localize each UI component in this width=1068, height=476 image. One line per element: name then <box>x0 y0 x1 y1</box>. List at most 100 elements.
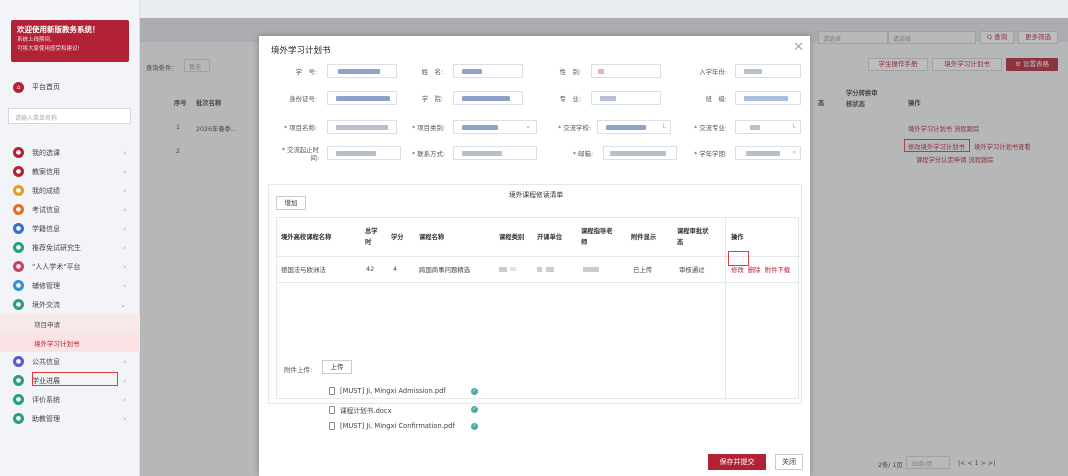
exchange-time-label-line2: 间: <box>310 154 319 162</box>
project-type-select[interactable]: ⌄ <box>453 120 537 134</box>
th-foreign-course: 境外高校课程名称 <box>281 233 332 241</box>
th-course-name: 课程名称 <box>419 233 445 241</box>
exchange-major-label: * 交流专业: <box>694 124 727 132</box>
cell-instructor <box>583 256 613 282</box>
graduate-icon: ● <box>13 242 24 253</box>
id-no-label: 身份证号: <box>289 95 317 103</box>
term-select[interactable]: » <box>735 146 801 160</box>
exchange-time-input[interactable] <box>327 146 401 160</box>
welcome-line1: 系统上线期间, <box>17 37 52 43</box>
save-submit-button[interactable]: 保存并提交 <box>708 454 766 470</box>
sidebar-item-academic[interactable]: ● "人人学术"平台 › <box>0 257 140 276</box>
cell-offering-unit <box>537 256 567 282</box>
chevron-right-icon: › <box>123 205 126 214</box>
sidebar-item-status[interactable]: ● 学籍信息 › <box>0 219 140 238</box>
file-name: 课程计划书.docx <box>340 407 392 415</box>
class-label: 班 级: <box>705 95 727 103</box>
chevron-right-icon: › <box>123 376 126 385</box>
student-no-label: 学 号: <box>295 68 317 76</box>
chevron-right-icon: › <box>123 395 126 404</box>
download-attachment-link[interactable]: 附件下载 <box>765 265 791 274</box>
email-label: * 邮箱: <box>572 150 593 158</box>
project-name-input[interactable] <box>327 120 397 134</box>
sidebar-item-course-selection[interactable]: ● 我的选课 › <box>0 143 140 162</box>
exchange-school-input[interactable]: L <box>597 120 671 134</box>
college-field <box>453 91 523 105</box>
course-list-title: 境外课程修读清单 <box>508 191 564 199</box>
evaluation-icon: ● <box>13 394 24 405</box>
enroll-year-label: 入学年份: <box>699 68 727 76</box>
sidebar-item-label: 助教管理 <box>32 414 60 423</box>
sidebar-item-ta[interactable]: ● 助教管理 › <box>0 409 140 428</box>
file-icon <box>329 422 335 430</box>
project-type-label: * 项目类别: <box>412 124 445 132</box>
file-icon <box>329 387 335 395</box>
delete-course-link[interactable]: 删除 <box>748 265 761 274</box>
chevron-down-icon: » <box>792 149 796 156</box>
th-credits: 学分 <box>391 233 404 241</box>
menu-search-input[interactable]: 请输入菜单名称 <box>8 108 131 124</box>
cell-course-type <box>499 256 529 282</box>
form-row-2: 身份证号: 学 院: 专 业: 班 级: <box>259 89 810 113</box>
sidebar-item-home[interactable]: ⌂ 平台首页 <box>13 80 139 94</box>
sidebar-subitem-study-plan[interactable]: 境外学习计划书 <box>0 333 140 352</box>
sidebar-subitem-label: 境外学习计划书 <box>34 339 80 348</box>
file-name: [MUST] Ji, Mingxi Admission.pdf <box>340 387 446 395</box>
close-button[interactable]: 关闭 <box>775 454 803 470</box>
info-icon: ● <box>13 356 24 367</box>
major-field <box>591 91 661 105</box>
sidebar-item-label: 平台首页 <box>32 83 60 91</box>
email-input[interactable] <box>603 146 677 160</box>
cell-foreign-course: 德国法与欧洲法 <box>281 265 326 274</box>
form-row-4: * 交流起止时 间: * 联系方式: * 邮箱: * 学年学期: » <box>259 142 810 170</box>
cell-hours: 42 <box>366 265 375 273</box>
sidebar-item-label: 教案信用 <box>32 167 60 176</box>
sidebar-item-exams[interactable]: ● 考试信息 › <box>0 200 140 219</box>
student-no-field <box>327 64 397 78</box>
sidebar-subitem-label: 项目申请 <box>34 320 60 329</box>
project-name-label: * 项目名称: <box>284 124 317 132</box>
form-row-1: 学 号: 姓 名: 性 别: 入学年份: <box>259 62 810 86</box>
name-field <box>453 64 523 78</box>
sidebar-item-grades[interactable]: ● 我的成绩 › <box>0 181 140 200</box>
student-status-icon: ● <box>13 223 24 234</box>
sidebar-item-label: 我的成绩 <box>32 186 60 195</box>
cell-attachment: 已上传 <box>633 265 653 274</box>
sidebar-item-minor[interactable]: ● 辅修管理 › <box>0 276 140 295</box>
th-instructor: 课程指导老师 <box>581 228 613 246</box>
sidebar-item-exchange[interactable]: ● 境外交流 ⌄ <box>0 295 140 314</box>
grades-icon: ● <box>13 185 24 196</box>
th-offering-unit: 开课单位 <box>537 233 563 241</box>
check-icon: ✓ <box>471 406 478 413</box>
major-label: 专 业: <box>559 95 581 103</box>
cell-course-name: 跨国商事问题精选 <box>419 265 471 274</box>
sidebar-item-public[interactable]: ● 公共信息 › <box>0 352 140 371</box>
ta-icon: ● <box>13 413 24 424</box>
file-icon <box>329 406 335 414</box>
file-item[interactable]: [MUST] Ji, Mingxi Admission.pdf <box>329 387 446 395</box>
exchange-time-label: * 交流起止时 间: <box>271 146 319 162</box>
course-icon: ● <box>13 147 24 158</box>
exchange-major-input[interactable]: L <box>735 120 801 134</box>
attachment-label: 附件上传: <box>284 366 313 374</box>
sidebar-item-graduate[interactable]: ● 推荐免试研究生 › <box>0 238 140 257</box>
study-plan-dialog: 境外学习计划书 ✕ 学 号: 姓 名: 性 别: 入学年份: 身份证号: 学 院… <box>259 36 810 476</box>
teaching-icon: ● <box>13 166 24 177</box>
sidebar-subitem-project-apply[interactable]: 项目申请 <box>0 314 140 333</box>
sidebar-item-label: "人人学术"平台 <box>32 262 81 271</box>
form-row-3: * 项目名称: * 项目类别: ⌄ * 交流学校: L * 交流专业: L <box>259 118 810 142</box>
chevron-right-icon: › <box>123 148 126 157</box>
name-label: 姓 名: <box>421 68 443 76</box>
contact-input[interactable] <box>453 146 537 160</box>
file-item[interactable]: 课程计划书.docx <box>329 405 392 415</box>
exchange-time-label-line1: * 交流起止时 <box>281 146 319 154</box>
close-icon[interactable]: ✕ <box>793 40 804 55</box>
progress-icon: ● <box>13 375 24 386</box>
exchange-icon: ● <box>13 299 24 310</box>
th-approval-status: 课程审批状态 <box>677 228 709 246</box>
upload-button[interactable]: 上传 <box>322 360 352 374</box>
sidebar-item-teaching[interactable]: ● 教案信用 › <box>0 162 140 181</box>
file-item[interactable]: [MUST] Ji, Mingxi Confirmation.pdf <box>329 422 455 430</box>
sidebar-item-evaluation[interactable]: ● 评价系统 › <box>0 390 140 409</box>
add-course-button[interactable]: 增加 <box>276 196 306 210</box>
